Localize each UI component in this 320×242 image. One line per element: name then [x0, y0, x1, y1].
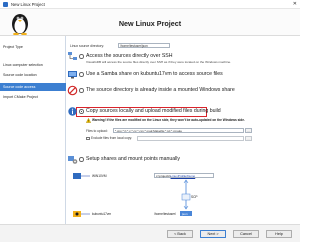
samba-radio[interactable]	[79, 72, 84, 77]
ssh-option-label[interactable]: Access the sources directly over SSH	[86, 53, 173, 59]
wizard-footer: < Back Next > Cancel Help	[0, 224, 300, 242]
files-to-upload-field[interactable]: *.cpp;*.h;*.c;*.cc;*.cxx;*.mak;Makefile;…	[113, 128, 244, 133]
linux-path-highlight[interactable]: json	[180, 211, 192, 216]
ssh-option-description: VisualGDB will access the source files d…	[86, 60, 232, 64]
copy-sources-radio[interactable]	[79, 109, 84, 114]
close-icon[interactable]: ✕	[293, 1, 297, 7]
manual-mounts-option-label[interactable]: Setup shares and mount points manually	[86, 156, 180, 162]
windows-path-prefix: c:\projects\	[156, 174, 171, 178]
help-button[interactable]: Help	[266, 230, 292, 238]
wizard-sidebar: Project Type Linux computer selection So…	[0, 36, 66, 224]
app-icon	[3, 2, 8, 7]
exclude-files-label[interactable]: Exclude files from local copy:	[91, 136, 132, 140]
exclude-files-checkbox[interactable]	[86, 136, 90, 141]
files-to-upload-label: Files to upload:	[86, 128, 108, 133]
sidebar-item-source-access[interactable]: Source code access	[0, 83, 66, 91]
back-button[interactable]: < Back	[167, 230, 193, 238]
samba-option-label[interactable]: Use a Samba share on kubuntu17vm to acce…	[86, 71, 223, 77]
mounted-share-radio[interactable]	[79, 88, 84, 93]
source-dir-label: Linux source directory:	[70, 43, 105, 48]
copy-sources-option-label[interactable]: Copy sources locally and upload modified…	[86, 108, 221, 114]
manual-mounts-radio[interactable]	[79, 157, 84, 162]
info-icon	[68, 107, 77, 116]
forbidden-icon	[67, 85, 78, 96]
windows-host-label: WIN10VM	[92, 174, 107, 178]
main-panel: Linux source directory: /home/testuser/j…	[66, 36, 300, 224]
scp-transfer-label: SCP	[191, 195, 198, 199]
ssh-radio[interactable]	[79, 54, 84, 59]
window-title: New Linux Project	[11, 2, 45, 7]
mount-points-icon	[68, 156, 78, 164]
sync-diagram: WIN10VM c:\projects\LinuxProfilerDemo SC…	[70, 169, 296, 224]
cancel-button[interactable]: Cancel	[233, 230, 259, 238]
source-dir-field[interactable]: /home/testuser/json	[118, 43, 170, 48]
title-bar: New Linux Project ✕	[0, 0, 300, 9]
page-title: New Linux Project	[118, 19, 182, 28]
exclude-files-browse-button[interactable]: ...	[245, 136, 252, 141]
next-button[interactable]: Next >	[200, 230, 226, 238]
samba-share-icon	[68, 71, 77, 79]
warning-icon	[86, 118, 91, 123]
sidebar-item-linux-computer[interactable]: Linux computer selection	[0, 61, 66, 69]
linux-path-prefix: /home/testuser/	[154, 212, 176, 216]
wizard-banner: New Linux Project	[0, 9, 300, 36]
windows-path-highlight[interactable]: LinuxProfilerDemo	[171, 174, 196, 178]
mounted-share-option-label[interactable]: The source directory is already inside a…	[86, 87, 235, 93]
windows-path-field[interactable]: c:\projects\LinuxProfilerDemo	[154, 173, 214, 178]
warning-text: Warning! If the files are modified on th…	[92, 118, 245, 122]
exclude-files-field[interactable]	[137, 136, 244, 141]
linux-host-label: kubuntu17vm	[92, 212, 112, 216]
network-icon	[68, 52, 77, 60]
sidebar-item-import-cmake[interactable]: Import CMake Project	[0, 93, 66, 101]
sidebar-item-project-type[interactable]: Project Type	[0, 43, 66, 51]
files-to-upload-browse-button[interactable]: ...	[245, 128, 252, 133]
sidebar-item-source-location[interactable]: Source code location	[0, 71, 66, 79]
